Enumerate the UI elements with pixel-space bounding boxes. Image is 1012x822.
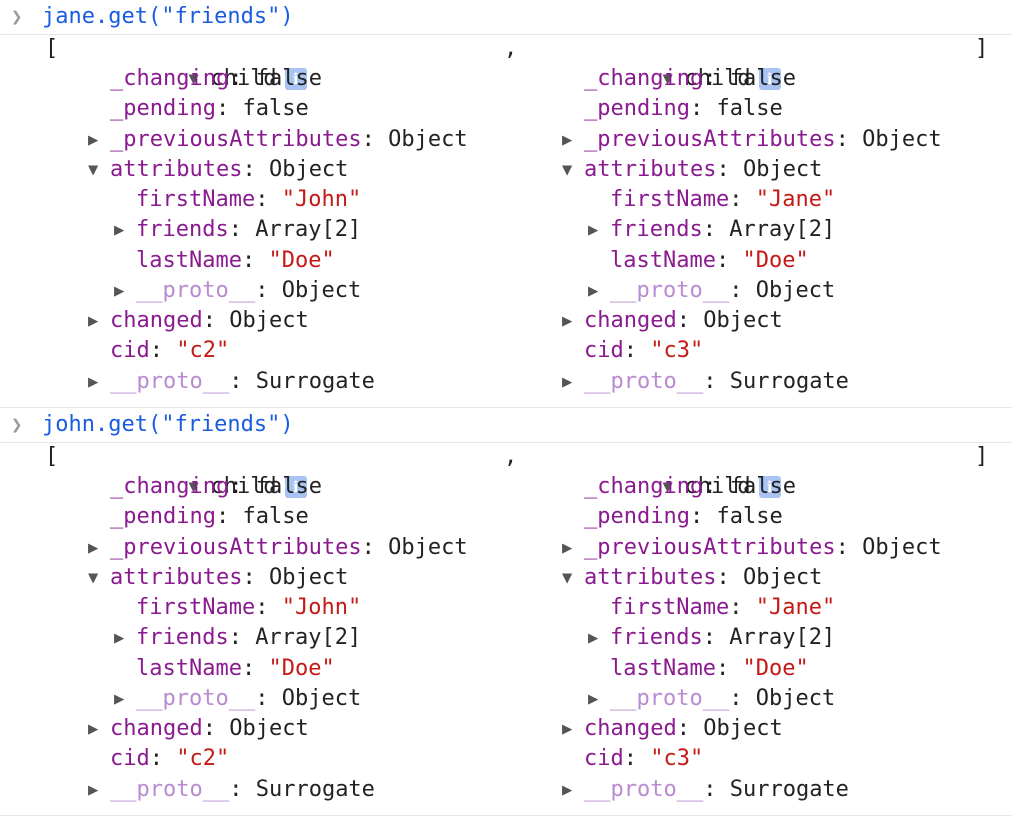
collapsed-triangle-icon[interactable]: ▶ xyxy=(562,125,584,155)
property-row: cid: "c2" xyxy=(110,746,230,771)
property-row-collapsed[interactable]: ▶ __proto__: Object xyxy=(588,276,835,306)
property-row-collapsed[interactable]: ▶ _previousAttributes: Object xyxy=(88,125,468,155)
property-row-collapsed[interactable]: ▶ friends: Array[2] xyxy=(588,623,835,653)
close-bracket: ] xyxy=(975,36,989,61)
expanded-triangle-icon[interactable]: ▼ xyxy=(562,155,584,185)
property-row-collapsed[interactable]: ▶ changed: Object xyxy=(88,306,309,336)
collapsed-triangle-icon[interactable]: ▶ xyxy=(562,775,584,805)
property-row-collapsed[interactable]: ▶ _previousAttributes: Object xyxy=(562,533,942,563)
console-result: [ , ] ▼ child i _changing: false _pending:… xyxy=(0,34,1012,408)
property-row-collapsed[interactable]: ▶ friends: Array[2] xyxy=(114,215,361,245)
console-command[interactable]: jane.get("friends") xyxy=(42,0,294,34)
object-header[interactable]: ▼ child i xyxy=(56,442,307,499)
property-row: lastName: "Doe" xyxy=(610,656,809,681)
property-row-collapsed[interactable]: ▶ changed: Object xyxy=(562,306,783,336)
console-result: [ , ] ▼ child i _changing: false _pending:… xyxy=(0,442,1012,816)
console-command[interactable]: john.get("friends") xyxy=(42,408,294,442)
object-header[interactable]: ▼ child i xyxy=(530,34,781,91)
console-entry: ❯ jane.get("friends") [ , ] ▼ child i _cha… xyxy=(0,0,1012,408)
console-panel: ❯ jane.get("friends") [ , ] ▼ child i _cha… xyxy=(0,0,1012,816)
collapsed-triangle-icon[interactable]: ▶ xyxy=(88,714,110,744)
property-row: lastName: "Doe" xyxy=(136,656,335,681)
collapsed-triangle-icon[interactable]: ▶ xyxy=(114,276,136,306)
property-row: _changing: false xyxy=(584,66,796,91)
collapsed-triangle-icon[interactable]: ▶ xyxy=(588,684,610,714)
property-row: lastName: "Doe" xyxy=(610,248,809,273)
array-separator: , xyxy=(504,444,518,469)
property-row-collapsed[interactable]: ▶ __proto__: Object xyxy=(588,684,835,714)
property-row-collapsed[interactable]: ▶ __proto__: Object xyxy=(114,276,361,306)
property-row: firstName: "John" xyxy=(136,595,362,620)
property-row: _pending: false xyxy=(584,504,783,529)
property-row-collapsed[interactable]: ▶ __proto__: Object xyxy=(114,684,361,714)
property-row: firstName: "John" xyxy=(136,187,362,212)
collapsed-triangle-icon[interactable]: ▶ xyxy=(588,623,610,653)
console-input-line[interactable]: ❯ jane.get("friends") xyxy=(0,0,1012,35)
console-input-line[interactable]: ❯ john.get("friends") xyxy=(0,408,1012,443)
collapsed-triangle-icon[interactable]: ▶ xyxy=(588,276,610,306)
property-row-collapsed[interactable]: ▶ __proto__: Surrogate xyxy=(88,367,375,397)
collapsed-triangle-icon[interactable]: ▶ xyxy=(88,367,110,397)
property-row-expanded[interactable]: ▼ attributes: Object xyxy=(88,563,348,593)
property-row: cid: "c3" xyxy=(584,338,704,363)
property-row: _changing: false xyxy=(110,474,322,499)
collapsed-triangle-icon[interactable]: ▶ xyxy=(562,533,584,563)
property-row: _changing: false xyxy=(584,474,796,499)
collapsed-triangle-icon[interactable]: ▶ xyxy=(114,215,136,245)
property-row-collapsed[interactable]: ▶ __proto__: Surrogate xyxy=(562,367,849,397)
property-row-collapsed[interactable]: ▶ _previousAttributes: Object xyxy=(562,125,942,155)
property-row: lastName: "Doe" xyxy=(136,248,335,273)
property-row: _pending: false xyxy=(110,504,309,529)
collapsed-triangle-icon[interactable]: ▶ xyxy=(562,306,584,336)
collapsed-triangle-icon[interactable]: ▶ xyxy=(88,306,110,336)
collapsed-triangle-icon[interactable]: ▶ xyxy=(562,367,584,397)
collapsed-triangle-icon[interactable]: ▶ xyxy=(88,533,110,563)
console-entry: ❯ john.get("friends") [ , ] ▼ child i _cha… xyxy=(0,408,1012,816)
property-row-collapsed[interactable]: ▶ friends: Array[2] xyxy=(114,623,361,653)
expanded-triangle-icon[interactable]: ▼ xyxy=(88,155,110,185)
collapsed-triangle-icon[interactable]: ▶ xyxy=(88,125,110,155)
expanded-triangle-icon[interactable]: ▼ xyxy=(562,563,584,593)
prompt-caret-icon: ❯ xyxy=(11,414,23,436)
collapsed-triangle-icon[interactable]: ▶ xyxy=(114,684,136,714)
property-row-collapsed[interactable]: ▶ changed: Object xyxy=(562,714,783,744)
collapsed-triangle-icon[interactable]: ▶ xyxy=(562,714,584,744)
close-bracket: ] xyxy=(975,444,989,469)
property-row: _changing: false xyxy=(110,66,322,91)
property-row-collapsed[interactable]: ▶ changed: Object xyxy=(88,714,309,744)
property-row-expanded[interactable]: ▼ attributes: Object xyxy=(562,563,822,593)
property-row: cid: "c3" xyxy=(584,746,704,771)
collapsed-triangle-icon[interactable]: ▶ xyxy=(588,215,610,245)
collapsed-triangle-icon[interactable]: ▶ xyxy=(114,623,136,653)
property-row-expanded[interactable]: ▼ attributes: Object xyxy=(562,155,822,185)
property-row: firstName: "Jane" xyxy=(610,187,836,212)
prompt-caret-icon: ❯ xyxy=(11,6,23,28)
property-row-collapsed[interactable]: ▶ friends: Array[2] xyxy=(588,215,835,245)
object-header[interactable]: ▼ child i xyxy=(56,34,307,91)
property-row-expanded[interactable]: ▼ attributes: Object xyxy=(88,155,348,185)
array-separator: , xyxy=(504,36,518,61)
property-row-collapsed[interactable]: ▶ _previousAttributes: Object xyxy=(88,533,468,563)
expanded-triangle-icon[interactable]: ▼ xyxy=(88,563,110,593)
property-row: _pending: false xyxy=(584,96,783,121)
property-row-collapsed[interactable]: ▶ __proto__: Surrogate xyxy=(562,775,849,805)
property-row-collapsed[interactable]: ▶ __proto__: Surrogate xyxy=(88,775,375,805)
object-header[interactable]: ▼ child i xyxy=(530,442,781,499)
property-row: firstName: "Jane" xyxy=(610,595,836,620)
collapsed-triangle-icon[interactable]: ▶ xyxy=(88,775,110,805)
property-row: _pending: false xyxy=(110,96,309,121)
property-row: cid: "c2" xyxy=(110,338,230,363)
